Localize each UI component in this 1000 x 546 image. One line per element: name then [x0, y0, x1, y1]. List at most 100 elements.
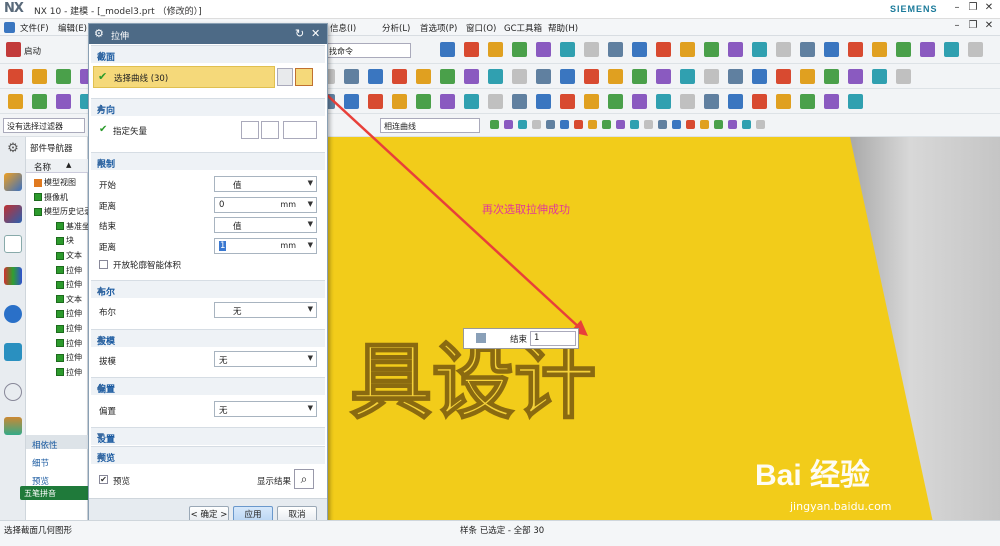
menu-help[interactable]: 帮助(H)	[548, 22, 578, 34]
navigator-row[interactable]: 模型视图	[28, 177, 88, 190]
toolbar-tool-icon[interactable]	[776, 42, 791, 57]
doc-restore-icon[interactable]: ❐	[966, 20, 980, 34]
navigator-row[interactable]: 文本	[28, 294, 88, 307]
clock-icon[interactable]	[4, 383, 22, 401]
menu-file[interactable]: 文件(F)	[20, 22, 49, 34]
toolbar-tool-icon[interactable]	[896, 69, 911, 84]
history-icon[interactable]	[4, 343, 22, 361]
navigator-row[interactable]: 模型历史记录	[28, 206, 88, 219]
toolbar-tool-icon[interactable]	[632, 42, 647, 57]
preview-header[interactable]: 预览 ▲	[91, 446, 325, 464]
draft-header[interactable]: 拔模 ▲	[91, 329, 325, 347]
toolbar-tool-icon[interactable]	[608, 69, 623, 84]
toolbar-tool-icon[interactable]	[686, 120, 695, 129]
toolbar-tool-icon[interactable]	[944, 42, 959, 57]
collapse-chevron-icon[interactable]: ▲	[97, 285, 319, 295]
toolbar-tool-icon[interactable]	[680, 42, 695, 57]
tab-details[interactable]: 细节	[32, 457, 49, 469]
collapse-chevron-icon[interactable]: ▲	[97, 157, 319, 167]
visibility-checkbox[interactable]	[56, 251, 64, 260]
settings-gear-icon[interactable]: ⚙	[4, 141, 22, 159]
command-search-input[interactable]: 找命令	[325, 43, 411, 58]
toolbar-tool-icon[interactable]	[632, 94, 647, 109]
toolbar-tool-icon[interactable]	[602, 120, 611, 129]
toolbar-tool-icon[interactable]	[848, 69, 863, 84]
minimize-icon[interactable]: –	[950, 2, 964, 16]
collapse-chevron-icon[interactable]: ▲	[97, 382, 319, 392]
folder-icon[interactable]	[34, 178, 42, 187]
toolbar-tool-icon[interactable]	[656, 42, 671, 57]
boolean-header[interactable]: 布尔 ▲	[91, 280, 325, 298]
toolbar-tool-icon[interactable]	[656, 94, 671, 109]
doc-minimize-icon[interactable]: –	[950, 20, 964, 34]
visibility-checkbox[interactable]	[56, 222, 64, 231]
end-distance-input[interactable]: 1 mm ▼	[214, 238, 317, 254]
toolbar-tool-icon[interactable]	[872, 69, 887, 84]
toolbar-tool-icon[interactable]	[656, 69, 671, 84]
toolbar-tool-icon[interactable]	[584, 42, 599, 57]
toolbar-tool-icon[interactable]	[616, 120, 625, 129]
toolbar-tool-icon[interactable]	[560, 42, 575, 57]
reverse-direction-icon[interactable]	[241, 121, 259, 139]
toolbar-tool-icon[interactable]	[608, 42, 623, 57]
direction-header[interactable]: 方向 ▲	[91, 98, 325, 116]
start-type-select[interactable]: 值 ▼	[214, 176, 317, 192]
visibility-checkbox[interactable]	[56, 236, 64, 245]
toolbar-tool-icon[interactable]	[756, 120, 765, 129]
visibility-checkbox[interactable]	[56, 324, 64, 333]
toolbar-tool-icon[interactable]	[776, 69, 791, 84]
expand-chevron-icon[interactable]: ▼	[97, 432, 319, 442]
section-header[interactable]: 截面 ▲	[91, 45, 325, 63]
visibility-checkbox[interactable]	[56, 368, 64, 377]
offset-header[interactable]: 偏置 ▲	[91, 377, 325, 395]
toolbar-tool-icon[interactable]	[512, 42, 527, 57]
assembly-navigator-icon[interactable]	[4, 205, 22, 223]
visibility-checkbox[interactable]	[56, 353, 64, 362]
toolbar-tool-icon[interactable]	[630, 120, 639, 129]
float-end-input[interactable]: 1	[530, 331, 576, 346]
visibility-checkbox[interactable]	[56, 266, 64, 275]
toolbar-tool-icon[interactable]	[752, 94, 767, 109]
toolbar-tool-icon[interactable]	[704, 94, 719, 109]
toolbar-tool-icon[interactable]	[644, 120, 653, 129]
menu-preferences[interactable]: 首选项(P)	[420, 22, 457, 34]
limits-header[interactable]: 限制 ▲	[91, 152, 325, 170]
reset-icon[interactable]: ↻	[295, 27, 304, 40]
web-browser-icon[interactable]	[4, 305, 22, 323]
navigator-row[interactable]: 基准坐标系	[28, 221, 88, 234]
menu-gc-toolbox[interactable]: GC工具箱	[504, 22, 542, 34]
toolbar-tool-icon[interactable]	[672, 120, 681, 129]
toolbar-tool-icon[interactable]	[464, 42, 479, 57]
toolbar-tool-icon[interactable]	[56, 94, 71, 109]
toolbar-tool-icon[interactable]	[714, 120, 723, 129]
toolbar-tool-icon[interactable]	[752, 69, 767, 84]
open-profile-checkbox[interactable]	[99, 260, 108, 269]
navigator-row[interactable]: 拉伸	[28, 265, 88, 278]
navigator-row[interactable]: 拉伸	[28, 367, 88, 380]
menu-info[interactable]: 信息(I)	[330, 22, 356, 34]
toolbar-tool-icon[interactable]	[704, 69, 719, 84]
sketch-section-icon[interactable]	[277, 68, 293, 86]
dialog-gear-icon[interactable]: ⚙	[94, 27, 104, 40]
vector-inference-dropdown[interactable]	[283, 121, 317, 139]
toolbar-tool-icon[interactable]	[848, 42, 863, 57]
toolbar-tool-icon[interactable]	[800, 42, 815, 57]
menu-edit[interactable]: 编辑(E)	[58, 22, 87, 34]
visibility-checkbox[interactable]	[56, 280, 64, 289]
toolbar-tool-icon[interactable]	[824, 69, 839, 84]
toolbar-tool-icon[interactable]	[872, 42, 887, 57]
restore-icon[interactable]: ❐	[966, 2, 980, 16]
visibility-checkbox[interactable]	[34, 207, 42, 216]
collapse-chevron-icon[interactable]: ▲	[97, 103, 319, 113]
toolbar-tool-icon[interactable]	[824, 42, 839, 57]
dialog-close-icon[interactable]: ✕	[311, 27, 320, 40]
toolbar-tool-icon[interactable]	[752, 42, 767, 57]
visibility-checkbox[interactable]	[34, 193, 42, 202]
visibility-checkbox[interactable]	[56, 309, 64, 318]
toolbar-tool-icon[interactable]	[920, 42, 935, 57]
settings-header[interactable]: 设置 ▼	[91, 427, 325, 445]
palette-icon[interactable]	[4, 417, 22, 435]
vector-dialog-icon[interactable]	[261, 121, 279, 139]
menu-analysis[interactable]: 分析(L)	[382, 22, 410, 34]
start-icon[interactable]	[6, 42, 21, 57]
